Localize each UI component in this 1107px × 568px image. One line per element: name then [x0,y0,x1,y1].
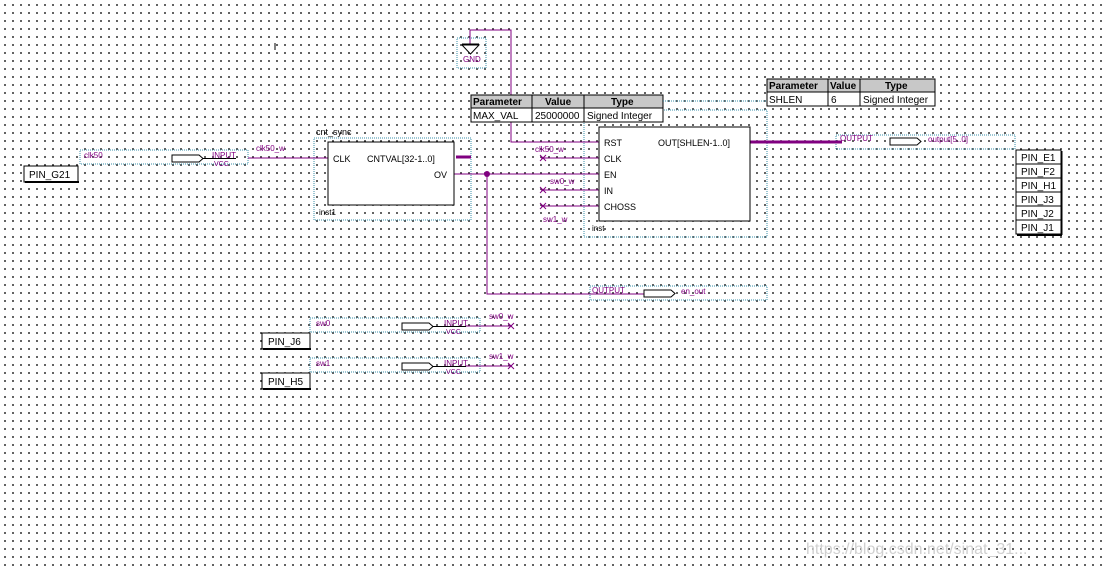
cnt-sync-name: cnt_sync [316,127,352,137]
pin-j6-label: PIN_J6 [268,337,301,348]
schematic-canvas[interactable]: GND cnt_sync CLK CNTVAL[32-1..0] OV inst… [0,0,1107,568]
clk50-w-label: clk50_w [256,144,285,153]
wire-gnd-rst [470,29,600,143]
output-dir-label: OUTPUT [840,134,873,143]
pt1-cell-type: Signed Integer [587,111,653,122]
cnt-sync-ov-port: OV [434,170,447,180]
pt2-cell-type: Signed Integer [863,95,929,106]
clk50-w-label-shift: clk50_w [535,145,564,154]
pin-j2-label: PIN_J2 [1021,209,1054,220]
shift-out-port: OUT[SHLEN-1..0] [658,138,730,148]
sw0-w-label-input: sw0_w [489,312,514,321]
sw1-input-label: INPUT [444,359,468,368]
shift-rst-port: RST [604,138,623,148]
gnd-label: GND [463,55,481,64]
clk50-vcc-label: VCC [214,161,229,168]
output-pin[interactable] [889,137,922,146]
watermark: https://blog.csdn.net/sinat_31... [806,541,1027,558]
pin-h5-label: PIN_H5 [268,377,303,388]
gnd-icon[interactable] [460,43,481,55]
shift-en-port: EN [604,170,617,180]
sw0-w-label-shift: sw0_w [550,177,575,186]
pt2-header-value: Value [830,81,857,92]
sw1-vcc-label: VCC [446,369,461,376]
pt1-header-type: Type [611,97,634,108]
shift-instance: inst [592,224,605,233]
sw0-net-label: sw0 [316,319,331,328]
shift-clk-port: CLK [604,154,622,164]
output-net-label: output[5..0] [928,135,968,144]
pt2-cell-value: 6 [831,95,837,106]
pt2-header-type: Type [885,81,908,92]
pt1-cell-param: MAX_VAL [473,111,519,122]
shift-choss-port: CHOSS [604,202,636,212]
param-table-2: Parameter Value Type SHLEN 6 Signed Inte… [766,78,936,107]
pin-h1-label: PIN_H1 [1021,181,1056,192]
sw0-vcc-label: VCC [446,329,461,336]
sw1-w-label-input: sw1_w [489,352,514,361]
pt1-cell-value: 25000000 [535,111,580,122]
en-out-pin[interactable] [643,289,676,298]
clk50-input-label: INPUT [212,151,236,160]
pin-e1-label: PIN_E1 [1021,153,1056,164]
pt2-header-parameter: Parameter [769,81,818,92]
shift-in-port: IN [604,186,613,196]
cnt-sync-cntval-port: CNTVAL[32-1..0] [367,154,435,164]
clk50-net-label: clk50 [84,151,103,160]
cnt-sync-instance: inst1 [319,208,336,217]
sw0-input-label: INPUT [444,319,468,328]
cnt-sync-clk-port: CLK [333,154,351,164]
pin-f2-label: PIN_F2 [1021,167,1055,178]
pin-j3-label: PIN_J3 [1021,195,1054,206]
sw1-w-label-shift: sw1_w [543,215,568,224]
pt1-header-parameter: Parameter [473,97,522,108]
sw1-net-label: sw1 [316,359,331,368]
pin-g21-label: PIN_G21 [29,170,71,181]
junction-dot [484,171,490,177]
pin-j1-label: PIN_J1 [1021,223,1054,234]
en-out-dir-label: OUTPUT [592,286,625,295]
en-out-net-label: en_out [681,287,706,296]
param-table-1: Parameter Value Type MAX_VAL 25000000 Si… [470,94,664,123]
pt1-header-value: Value [545,97,572,108]
pt2-cell-param: SHLEN [769,95,802,106]
